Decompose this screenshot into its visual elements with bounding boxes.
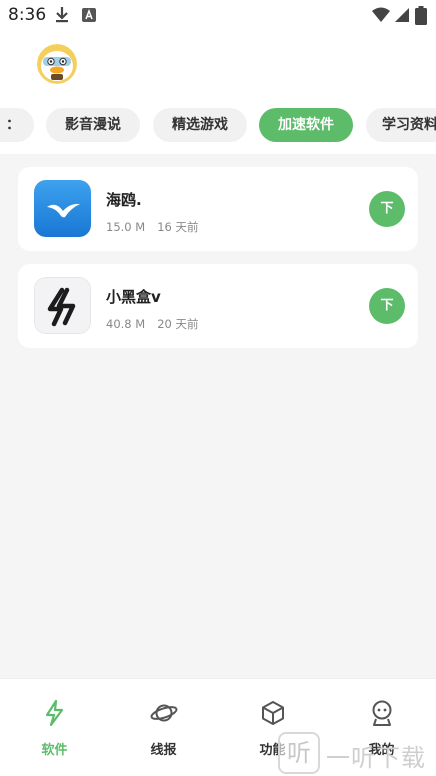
app-name: 海鸥. [106, 191, 142, 209]
blackbox-lightning-icon [34, 277, 91, 334]
app-meta: 40.8 M 20 天前 [106, 316, 198, 332]
download-icon [56, 7, 68, 23]
category-tabs: ： 影音漫说 精选游戏 加速软件 学习资料 [0, 108, 436, 142]
app-name: 小黑盒v [106, 288, 161, 306]
battery-icon [415, 6, 427, 25]
duck-avatar-icon [37, 44, 77, 84]
nav-label: 线报 [150, 743, 177, 758]
status-bar: 8:36 [0, 0, 436, 30]
app-age: 16 天前 [157, 220, 199, 234]
tab-jiasu-ruanjian[interactable]: 加速软件 [259, 108, 353, 142]
robot-icon [372, 700, 392, 726]
app-size: 15.0 M [106, 220, 146, 234]
app-a-icon [82, 8, 96, 22]
tab-jingxuan-youxi[interactable]: 精选游戏 [153, 108, 247, 142]
planet-icon [150, 704, 178, 722]
tab-partial-left[interactable]: ： [0, 108, 34, 142]
wifi-icon [372, 7, 390, 22]
nav-label: 软件 [41, 743, 68, 758]
app-card[interactable]: 小黑盒v 40.8 M 20 天前 下 [18, 264, 418, 348]
status-time: 8:36 [8, 5, 47, 25]
avatar[interactable] [37, 44, 77, 84]
app-age: 20 天前 [157, 317, 199, 331]
app-meta: 15.0 M 16 天前 [106, 219, 198, 235]
tab-yingyin-manshuo[interactable]: 影音漫说 [46, 108, 140, 142]
watermark-text: 一听下载 [326, 744, 426, 772]
nav-item-news[interactable]: 线报 [109, 679, 218, 776]
download-button[interactable]: 下 [369, 288, 405, 324]
seagull-icon [34, 180, 91, 237]
header: ： 影音漫说 精选游戏 加速软件 学习资料 [0, 30, 436, 154]
cube-icon [262, 701, 284, 725]
download-button[interactable]: 下 [369, 191, 405, 227]
watermark-logo-icon: 听 [278, 732, 320, 774]
tab-xuexi-ziliao[interactable]: 学习资料 [366, 108, 436, 142]
lightning-icon [45, 699, 64, 727]
watermark: 听 一听下载 [278, 732, 436, 776]
app-card[interactable]: 海鸥. 15.0 M 16 天前 下 [18, 167, 418, 251]
app-size: 40.8 M [106, 317, 146, 331]
app-list: 海鸥. 15.0 M 16 天前 下 小黑盒v 40.8 M 20 天前 下 [0, 154, 436, 678]
signal-icon [395, 8, 409, 22]
nav-item-software[interactable]: 软件 [0, 679, 109, 776]
